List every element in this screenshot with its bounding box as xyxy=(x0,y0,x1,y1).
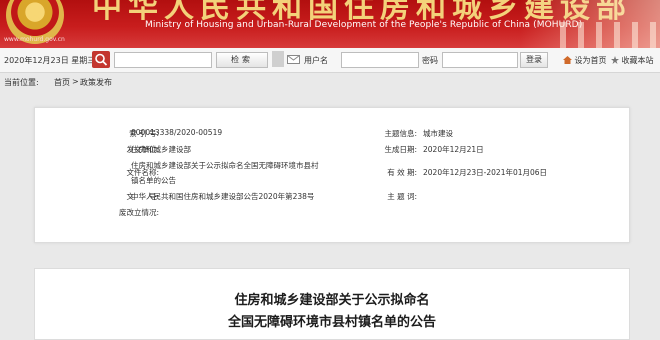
search-icon[interactable] xyxy=(92,51,110,68)
password-label: 密码 xyxy=(422,56,438,65)
set-homepage-link[interactable]: 设为首页 xyxy=(563,55,607,66)
star-icon xyxy=(611,56,619,64)
topic-value: 城市建设 xyxy=(423,129,453,138)
breadcrumb-prefix: 当前位置: xyxy=(4,78,39,87)
add-favorite-link[interactable]: 收藏本站 xyxy=(611,55,654,66)
password-field[interactable] xyxy=(442,52,518,68)
article-card: 住房和城乡建设部关于公示拟命名 全国无障碍环境市县村镇名单的公告 xyxy=(34,268,630,340)
site-subtitle-en: Ministry of Housing and Urban-Rural Deve… xyxy=(145,20,583,30)
toolbar-divider xyxy=(272,51,284,67)
abolish-label: 废改立情况: xyxy=(118,208,159,217)
name-value-line2: 镇名单的公告 xyxy=(131,176,176,185)
breadcrumb: 当前位置: 首页 > 政策发布 xyxy=(0,73,660,89)
article-title-line1: 住房和城乡建设部关于公示拟命名 xyxy=(234,293,430,308)
index-value: 000013338/2020-00519 xyxy=(131,128,223,137)
current-date: 2020年12月23日 星期三 xyxy=(4,56,96,65)
breadcrumb-section[interactable]: 政策发布 xyxy=(80,77,112,88)
site-url: www.mohurd.gov.cn xyxy=(4,36,65,43)
login-button[interactable]: 登录 xyxy=(520,52,548,68)
building-graphic xyxy=(520,0,660,48)
search-input[interactable] xyxy=(114,52,212,68)
username-field[interactable] xyxy=(341,52,419,68)
document-info-card: 索 引 号: 000013338/2020-00519 发文单位: 住房和城乡建… xyxy=(34,107,630,243)
date-value: 2020年12月21日 xyxy=(423,145,484,154)
keywords-label: 主 题 词: xyxy=(387,192,417,201)
breadcrumb-home[interactable]: 首页 xyxy=(54,77,70,88)
validity-label: 有 效 期: xyxy=(387,168,417,177)
home-icon xyxy=(563,56,572,64)
search-button[interactable]: 检索 xyxy=(216,52,268,68)
name-value-line1: 住房和城乡建设部关于公示拟命名全国无障碍环境市县村 xyxy=(131,161,319,170)
date-label: 生成日期: xyxy=(384,145,417,154)
breadcrumb-separator: > xyxy=(72,77,79,86)
validity-value: 2020年12月23日-2021年01月06日 xyxy=(423,168,548,177)
issuer-value: 住房和城乡建设部 xyxy=(131,145,191,154)
mail-icon xyxy=(287,55,300,64)
top-toolbar: 2020年12月23日 星期三 检索 用户名 密码 登录 设为首页 收藏本站 xyxy=(0,48,660,73)
add-favorite-label: 收藏本站 xyxy=(621,56,654,65)
article-title-line2: 全国无障碍环境市县村镇名单的公告 xyxy=(227,315,436,330)
topic-label: 主题信息: xyxy=(384,129,417,138)
set-homepage-label: 设为首页 xyxy=(574,56,607,65)
username-label: 用户名 xyxy=(304,56,328,65)
site-banner: 中华人民共和国住房和城乡建设部 Ministry of Housing and … xyxy=(0,0,660,48)
docno-value: 中华人民共和国住房和城乡建设部公告2020年第238号 xyxy=(131,192,315,201)
